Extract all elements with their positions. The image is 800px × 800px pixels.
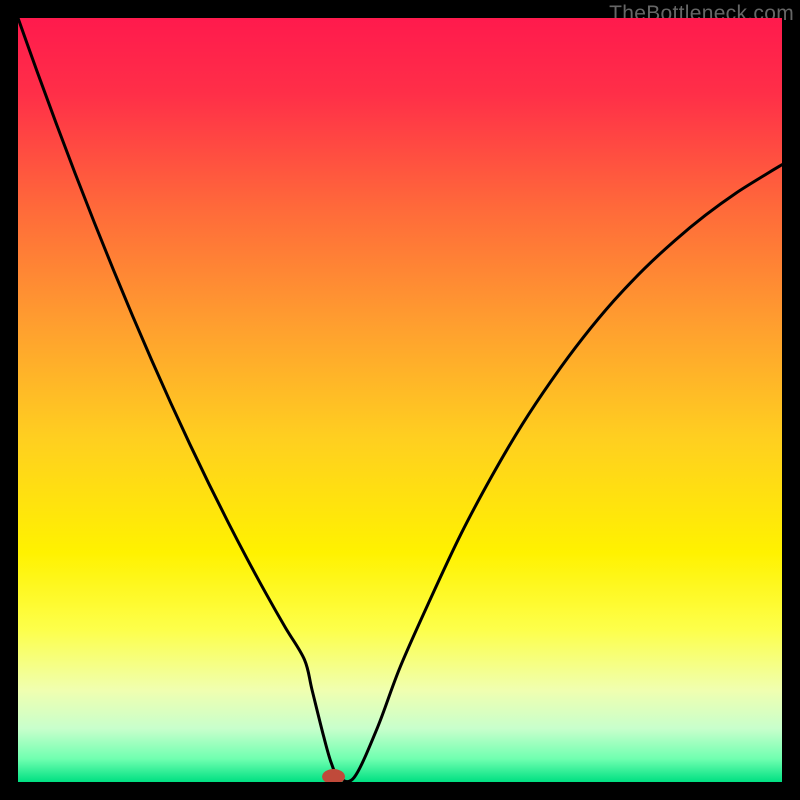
plot-area xyxy=(18,18,782,782)
bottleneck-chart xyxy=(18,18,782,782)
chart-container: TheBottleneck.com xyxy=(0,0,800,800)
